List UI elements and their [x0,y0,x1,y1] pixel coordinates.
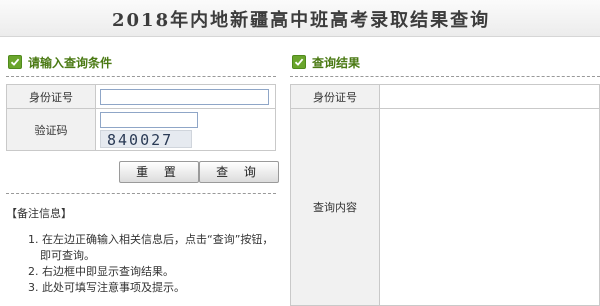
divider [6,193,276,194]
note-item: 即可查询。 [40,249,95,262]
note-item: 1. 在左边正确输入相关信息后，点击“查询”按钮， [28,233,274,246]
check-icon [292,55,306,69]
result-table: 身份证号 查询内容 [290,84,600,306]
divider [6,76,276,77]
result-content-label: 查询内容 [290,108,380,306]
query-section-title: 请输入查询条件 [28,55,113,70]
page-title: 2018年内地新疆高中班高考录取结果查询 [112,10,491,31]
result-section-header: 查询结果 [292,52,360,72]
notes-list: 1. 在左边正确输入相关信息后，点击“查询”按钮， 即可查询。 2. 右边框中即… [28,232,273,296]
query-button[interactable]: 查 询 [199,161,279,183]
note-item: 3. 此处可填写注意事项及提示。 [28,281,185,294]
captcha-input[interactable] [100,111,198,128]
captcha-label: 验证码 [6,108,96,151]
divider [290,76,600,77]
result-section-title: 查询结果 [312,55,361,70]
result-id-label: 身份证号 [290,84,380,109]
note-item: 2. 右边框中即显示查询结果。 [28,265,174,278]
id-number-label: 身份证号 [6,84,96,109]
result-id-value [379,84,600,109]
id-number-input[interactable] [100,88,269,105]
reset-button[interactable]: 重 置 [119,161,199,183]
result-content-value [379,108,600,306]
page-banner: 2018年内地新疆高中班高考录取结果查询 [0,0,600,37]
query-section-header: 请输入查询条件 [8,52,112,72]
query-form: 身份证号 验证码 840027 [6,84,276,151]
notes-title: 【备注信息】 [6,207,72,220]
check-icon [8,55,22,69]
captcha-image[interactable]: 840027 [100,129,192,149]
